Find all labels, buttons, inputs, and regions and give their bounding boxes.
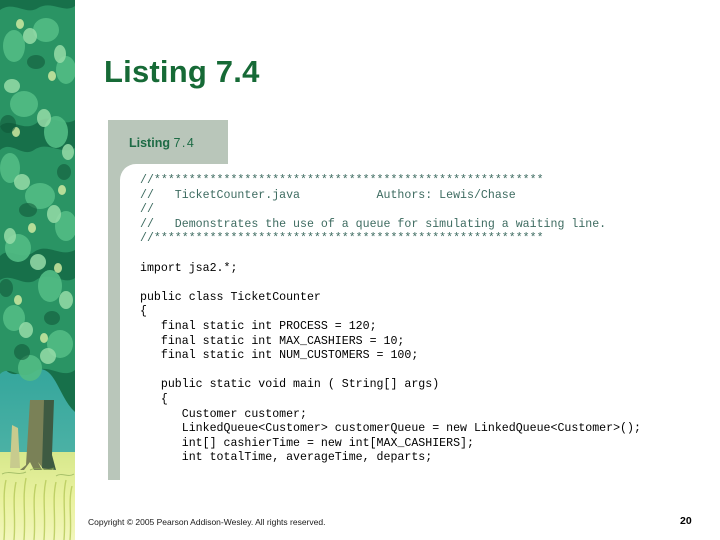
listing-tab-number: 7.4 (173, 136, 196, 150)
footer-page-number: 20 (680, 515, 692, 527)
tree-illustration-strip (0, 0, 75, 540)
page-title: Listing 7.4 (104, 54, 260, 89)
code-line: public class TicketCounter (140, 290, 321, 304)
listing-tab-label: Listing 7.4 (129, 136, 195, 150)
code-line: public static void main ( String[] args) (140, 378, 440, 392)
code-line: // TicketCounter.java Authors: Lewis/Cha… (140, 188, 516, 202)
listing-tab-word: Listing (129, 136, 170, 150)
code-line: Customer customer; (140, 407, 307, 421)
code-sheet: //**************************************… (120, 164, 720, 480)
code-line: { (140, 305, 147, 319)
code-line: int totalTime, averageTime, departs; (140, 451, 433, 465)
code-line: import jsa2.*; (140, 261, 238, 275)
code-line: LinkedQueue<Customer> customerQueue = ne… (140, 422, 641, 436)
code-line: // Demonstrates the use of a queue for s… (140, 217, 607, 231)
code-line: //**************************************… (140, 174, 544, 187)
code-line: // (140, 203, 154, 217)
code-line: final static int MAX_CASHIERS = 10; (140, 334, 405, 348)
slide-canvas: Listing 7.4 Listing 7.4 //**************… (0, 0, 720, 540)
code-line: int[] cashierTime = new int[MAX_CASHIERS… (140, 436, 474, 450)
code-line: { (140, 392, 168, 406)
footer-copyright: Copyright © 2005 Pearson Addison-Wesley.… (88, 517, 326, 527)
code-line: //**************************************… (140, 232, 544, 246)
code-line: final static int NUM_CUSTOMERS = 100; (140, 349, 419, 363)
code-line: final static int PROCESS = 120; (140, 319, 377, 333)
listing-figure: Listing 7.4 //**************************… (108, 120, 720, 480)
tree-illustration-icon (0, 0, 75, 540)
code-listing: //**************************************… (140, 174, 641, 466)
